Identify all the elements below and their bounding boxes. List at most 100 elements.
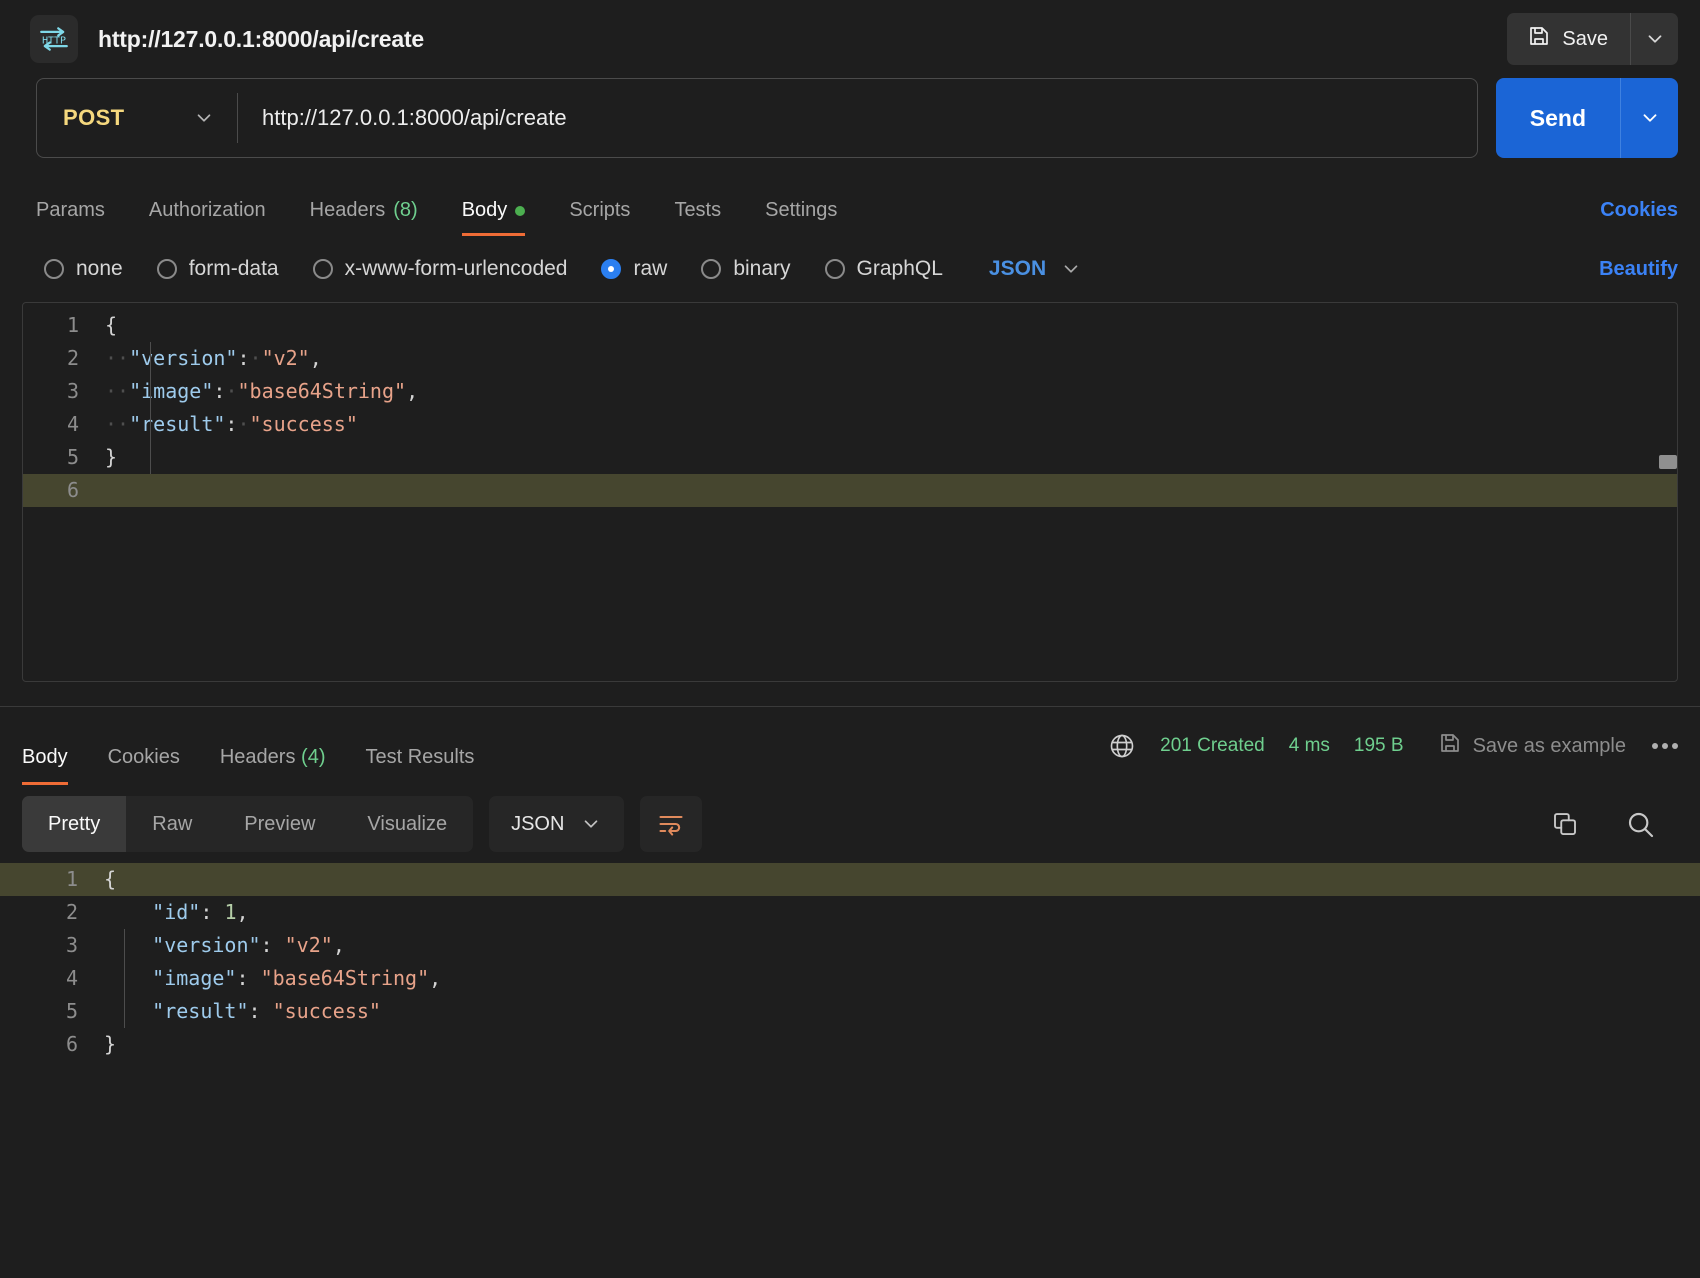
response-body-viewer[interactable]: 1{2 "id": 1, 3 "version": "v2", 4 "image":… xyxy=(0,863,1700,1113)
save-button[interactable]: Save xyxy=(1507,13,1630,65)
indent-guide xyxy=(150,342,151,474)
code-token: : xyxy=(225,412,238,436)
response-format-selector[interactable]: JSON xyxy=(489,796,625,852)
tab-tests[interactable]: Tests xyxy=(652,199,743,236)
code-line: 2 ··"version":·"v2", xyxy=(23,342,1677,375)
tab-label: Body xyxy=(461,199,508,221)
http-method-selector[interactable]: POST xyxy=(37,105,237,131)
tab-label: Params xyxy=(36,199,105,221)
horizontal-scrollbar[interactable] xyxy=(1659,455,1677,469)
save-as-example-button[interactable]: Save as example xyxy=(1438,731,1626,761)
code-token: "base64String" xyxy=(237,379,407,403)
code-token: "image" xyxy=(152,966,237,990)
radio-icon xyxy=(701,259,722,279)
line-number: 2 xyxy=(65,900,78,924)
response-more-options-button[interactable] xyxy=(1652,743,1678,749)
tab-settings[interactable]: Settings xyxy=(743,199,859,236)
search-response-button[interactable] xyxy=(1624,808,1656,840)
tab-headers[interactable]: Headers (8) xyxy=(288,199,440,236)
tab-scripts[interactable]: Scripts xyxy=(547,199,652,236)
radio-label: none xyxy=(76,257,123,280)
code-token: { xyxy=(105,313,118,337)
code-token: "version" xyxy=(152,933,261,957)
response-headers-count-badge: (4) xyxy=(301,746,326,768)
response-tab-test-results[interactable]: Test Results xyxy=(345,746,494,785)
body-type-row: none form-data x-www-form-urlencoded raw… xyxy=(0,236,1700,302)
view-mode-preview[interactable]: Preview xyxy=(218,796,341,852)
url-input[interactable] xyxy=(238,105,1477,131)
response-meta: 201 Created 4 ms 195 B xyxy=(1100,732,1404,760)
response-tab-cookies[interactable]: Cookies xyxy=(88,746,200,785)
request-body-editor[interactable]: 1{2 ··"version":·"v2", 3 ··"image":·"base64… xyxy=(22,302,1678,682)
search-icon xyxy=(1628,812,1654,838)
body-type-binary[interactable]: binary xyxy=(701,257,791,281)
page-title: http://127.0.0.1:8000/api/create xyxy=(98,25,424,52)
send-options-button[interactable] xyxy=(1620,78,1678,158)
line-number: 6 xyxy=(66,478,79,502)
code-token: , xyxy=(236,900,249,924)
radio-label: GraphQL xyxy=(856,257,943,280)
tab-authorization[interactable]: Authorization xyxy=(127,199,288,236)
code-token: : xyxy=(213,379,226,403)
code-text: { xyxy=(101,309,1677,342)
tab-params[interactable]: Params xyxy=(36,199,127,236)
send-button-group: Send xyxy=(1495,78,1678,158)
tab-label: Tests xyxy=(674,199,722,221)
copy-response-button[interactable] xyxy=(1550,809,1580,839)
body-type-none[interactable]: none xyxy=(44,257,123,281)
response-tab-headers[interactable]: Headers (4) xyxy=(200,746,346,785)
code-token: · xyxy=(225,379,238,403)
wrap-lines-button[interactable] xyxy=(640,796,703,852)
line-number: 2 xyxy=(66,346,79,370)
save-options-button[interactable] xyxy=(1630,13,1678,65)
code-token: "image" xyxy=(129,379,214,403)
body-type-urlencoded[interactable]: x-www-form-urlencoded xyxy=(312,257,567,281)
code-token: "version" xyxy=(129,346,238,370)
code-token: ·· xyxy=(105,379,130,403)
line-number: 3 xyxy=(65,933,78,957)
ellipsis-icon xyxy=(1652,743,1658,749)
response-tab-body[interactable]: Body xyxy=(22,746,88,785)
code-line: 4 ··"result":·"success" xyxy=(23,408,1677,441)
body-type-raw[interactable]: raw xyxy=(601,257,667,281)
code-token: · xyxy=(237,412,250,436)
save-button-group: Save xyxy=(1507,13,1678,65)
response-view-mode-group: Pretty Raw Preview Visualize xyxy=(22,796,474,852)
code-token: 1 xyxy=(224,900,237,924)
view-mode-raw[interactable]: Raw xyxy=(126,796,218,852)
save-icon xyxy=(1527,24,1551,54)
cookies-link[interactable]: Cookies xyxy=(1600,199,1678,236)
tab-label: Headers xyxy=(219,746,296,768)
globe-icon xyxy=(1108,732,1136,760)
send-button[interactable]: Send xyxy=(1496,78,1620,158)
code-text: ··"image":·"base64String", xyxy=(101,375,1677,408)
chevron-down-icon xyxy=(197,114,211,122)
code-token: } xyxy=(105,445,118,469)
tab-label: Headers xyxy=(309,199,386,221)
body-type-graphql[interactable]: GraphQL xyxy=(824,257,943,281)
body-type-form-data[interactable]: form-data xyxy=(156,257,279,281)
radio-label: form-data xyxy=(188,257,279,280)
code-text: { xyxy=(100,863,1700,896)
headers-count-badge: (8) xyxy=(393,199,418,221)
view-mode-pretty[interactable]: Pretty xyxy=(22,796,127,852)
body-format-selector[interactable]: JSON xyxy=(989,257,1082,281)
line-number: 5 xyxy=(65,999,78,1023)
code-line: 3 "version": "v2", xyxy=(0,929,1700,962)
response-time: 4 ms xyxy=(1288,735,1330,756)
code-line: 2 "id": 1, xyxy=(0,896,1700,929)
tab-body[interactable]: Body xyxy=(440,199,548,236)
code-token: ·· xyxy=(105,412,130,436)
code-line: 6} xyxy=(0,1028,1700,1061)
code-token: { xyxy=(104,867,117,891)
code-token: "base64String" xyxy=(260,966,430,990)
radio-icon xyxy=(824,259,845,279)
ellipsis-icon xyxy=(1662,743,1668,749)
beautify-button[interactable]: Beautify xyxy=(1599,258,1678,281)
save-button-label: Save xyxy=(1562,27,1608,50)
view-mode-visualize[interactable]: Visualize xyxy=(341,796,473,852)
code-line: 5} xyxy=(23,441,1677,474)
code-text: ··"version":·"v2", xyxy=(101,342,1677,375)
